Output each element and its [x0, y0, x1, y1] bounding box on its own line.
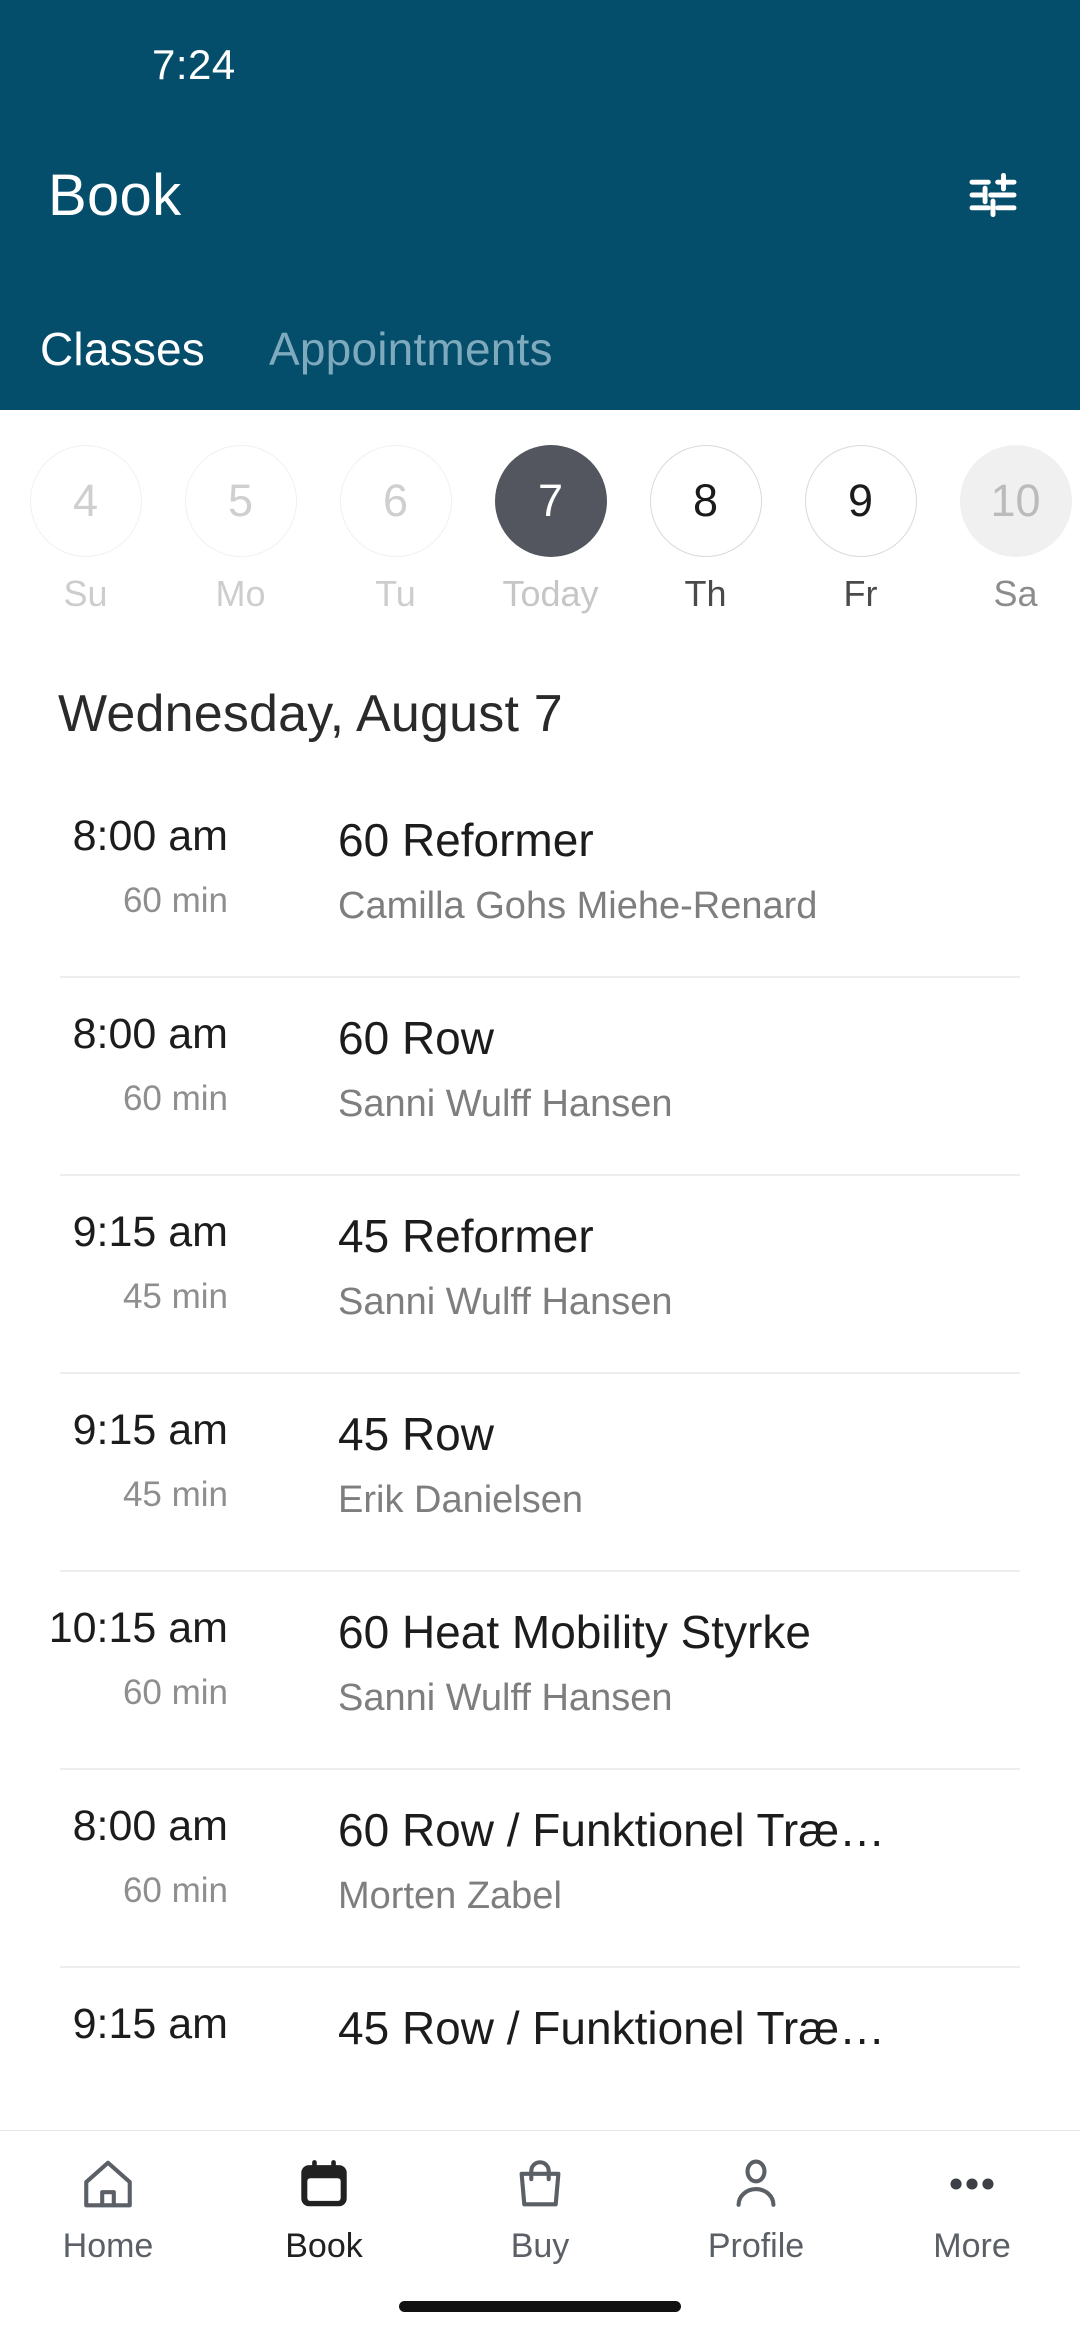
- class-time-column: 9:15 am 45 min: [0, 1406, 228, 1515]
- date-weekday-label: Sa: [993, 573, 1038, 614]
- status-bar: 7:24: [0, 0, 1080, 130]
- date-weekday-label: Today: [502, 573, 599, 614]
- class-info-column: 60 Heat Mobility Styrke Sanni Wulff Hans…: [228, 1606, 1020, 1720]
- date-weekday-label: Tu: [375, 573, 416, 614]
- date-circle: 6: [339, 445, 452, 557]
- date-circle-selected: 7: [494, 445, 607, 557]
- class-coach: Sanni Wulff Hansen: [338, 1082, 673, 1125]
- class-coach: Erik Danielsen: [338, 1478, 583, 1521]
- nav-label-buy: Buy: [510, 2227, 570, 2265]
- date-weekday-label: Fr: [843, 573, 878, 614]
- class-list-item[interactable]: 9:15 am 45 min 45 Reformer Sanni Wulff H…: [0, 1174, 1080, 1372]
- class-time-column: 8:00 am 60 min: [0, 812, 228, 921]
- date-weekday-label: Su: [63, 573, 108, 614]
- calendar-icon: [295, 2155, 353, 2213]
- class-time-column: 8:00 am 60 min: [0, 1802, 228, 1911]
- class-duration: 60 min: [122, 881, 228, 921]
- class-list-item[interactable]: 8:00 am 60 min 60 Row Sanni Wulff Hansen: [0, 976, 1080, 1174]
- date-circle: 4: [29, 445, 142, 557]
- shopping-bag-icon: [511, 2155, 569, 2213]
- nav-item-more[interactable]: More: [864, 2155, 1080, 2266]
- date-item-9[interactable]: 9 Fr: [783, 445, 938, 615]
- class-coach: Camilla Gohs Miehe-Renard: [338, 884, 818, 927]
- class-name: 45 Reformer: [338, 1210, 594, 1262]
- nav-item-buy[interactable]: Buy: [432, 2155, 648, 2266]
- class-duration: 45 min: [122, 1475, 228, 1515]
- tab-classes[interactable]: Classes: [32, 322, 213, 376]
- class-name: 60 Row: [338, 1012, 494, 1064]
- home-indicator-bar: [399, 2301, 681, 2312]
- date-item-10[interactable]: 10 Sa: [938, 445, 1080, 615]
- date-circle: 5: [184, 445, 297, 557]
- class-list-item-partial[interactable]: 9:15 am 45 Row / Funktionel Træ…: [0, 1966, 1080, 2130]
- nav-item-profile[interactable]: Profile: [648, 2155, 864, 2266]
- class-list[interactable]: 8:00 am 60 min 60 Reformer Camilla Gohs …: [0, 778, 1080, 2130]
- nav-label-profile: Profile: [707, 2227, 805, 2265]
- date-circle: 9: [804, 445, 917, 557]
- person-icon: [727, 2155, 785, 2213]
- date-item-5[interactable]: 5 Mo: [163, 445, 318, 615]
- date-selector-strip[interactable]: 4 Su 5 Mo 6 Tu 7 Today 8 Th 9 Fr 10 Sa: [0, 410, 1080, 650]
- class-info-column: 45 Row Erik Danielsen: [228, 1408, 1020, 1522]
- class-coach: Morten Zabel: [338, 1874, 562, 1917]
- class-info-column: 60 Row / Funktionel Træ… Morten Zabel: [228, 1804, 1020, 1918]
- app-screen: 7:24 Book Classes Appointments 4 Su 5 Mo…: [0, 0, 1080, 2340]
- class-duration: 60 min: [122, 1079, 228, 1119]
- tune-sliders-icon[interactable]: [962, 167, 1024, 223]
- class-start-time: 10:15 am: [48, 1604, 228, 1652]
- class-start-time: 9:15 am: [72, 1406, 228, 1454]
- class-duration: 45 min: [122, 1277, 228, 1317]
- class-list-item[interactable]: 8:00 am 60 min 60 Reformer Camilla Gohs …: [0, 778, 1080, 976]
- date-circle: 8: [649, 445, 762, 557]
- date-weekday-label: Mo: [215, 573, 266, 614]
- class-start-time: 8:00 am: [72, 1802, 228, 1850]
- class-duration: 60 min: [122, 1673, 228, 1713]
- class-info-column: 45 Reformer Sanni Wulff Hansen: [228, 1210, 1020, 1324]
- selected-date-heading: Wednesday, August 7: [58, 685, 563, 743]
- date-item-4[interactable]: 4 Su: [8, 445, 163, 615]
- tab-appointments[interactable]: Appointments: [261, 322, 561, 376]
- page-title: Book: [48, 162, 182, 228]
- nav-item-home[interactable]: Home: [0, 2155, 216, 2266]
- date-item-6[interactable]: 6 Tu: [318, 445, 473, 615]
- status-bar-clock: 7:24: [152, 41, 236, 88]
- class-info-column: 45 Row / Funktionel Træ…: [228, 2002, 1020, 2073]
- nav-item-book[interactable]: Book: [216, 2155, 432, 2266]
- class-info-column: 60 Reformer Camilla Gohs Miehe-Renard: [228, 814, 1020, 928]
- class-start-time: 8:00 am: [72, 812, 228, 860]
- class-start-time: 9:15 am: [72, 2000, 228, 2048]
- nav-label-book: Book: [285, 2227, 363, 2265]
- nav-label-more: More: [933, 2227, 1011, 2265]
- class-time-column: 8:00 am 60 min: [0, 1010, 228, 1119]
- class-list-item[interactable]: 9:15 am 45 min 45 Row Erik Danielsen: [0, 1372, 1080, 1570]
- class-name: 60 Reformer: [338, 814, 594, 866]
- class-info-column: 60 Row Sanni Wulff Hansen: [228, 1012, 1020, 1126]
- tab-bar: Classes Appointments: [0, 260, 1080, 410]
- class-coach: Sanni Wulff Hansen: [338, 1280, 673, 1323]
- class-start-time: 8:00 am: [72, 1010, 228, 1058]
- class-name: 45 Row / Funktionel Træ…: [338, 2002, 886, 2054]
- home-icon: [79, 2155, 137, 2213]
- bottom-navigation-bar: Home Book Buy Profile More: [0, 2130, 1080, 2340]
- class-time-column: 9:15 am: [0, 2000, 228, 2069]
- class-start-time: 9:15 am: [72, 1208, 228, 1256]
- nav-label-home: Home: [62, 2227, 154, 2265]
- date-item-8[interactable]: 8 Th: [628, 445, 783, 615]
- date-circle: 10: [959, 445, 1072, 557]
- app-bar: Book: [0, 130, 1080, 260]
- class-time-column: 9:15 am 45 min: [0, 1208, 228, 1317]
- class-duration: 60 min: [122, 1871, 228, 1911]
- class-list-item[interactable]: 8:00 am 60 min 60 Row / Funktionel Træ… …: [0, 1768, 1080, 1966]
- date-weekday-label: Th: [684, 573, 727, 614]
- class-time-column: 10:15 am 60 min: [0, 1604, 228, 1713]
- class-name: 45 Row: [338, 1408, 494, 1460]
- class-name: 60 Heat Mobility Styrke: [338, 1606, 811, 1658]
- app-header: 7:24 Book Classes Appointments: [0, 0, 1080, 410]
- class-name: 60 Row / Funktionel Træ…: [338, 1804, 886, 1856]
- class-list-item[interactable]: 10:15 am 60 min 60 Heat Mobility Styrke …: [0, 1570, 1080, 1768]
- ellipsis-icon: [943, 2155, 1001, 2213]
- date-item-7-today-selected[interactable]: 7 Today: [473, 445, 628, 615]
- class-coach: Sanni Wulff Hansen: [338, 1676, 673, 1719]
